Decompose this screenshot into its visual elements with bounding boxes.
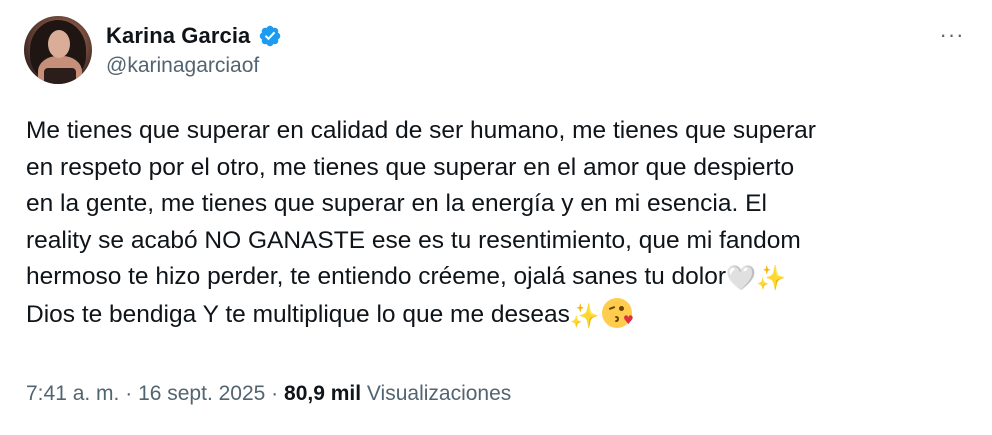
more-dots-icon: ··· (939, 22, 965, 47)
tweet-card: Karina Garcia @karinagarciaof ··· Me tie… (0, 0, 992, 435)
avatar[interactable] (24, 16, 92, 84)
tweet-line-5: hermoso te hizo perder, te entiendo crée… (26, 263, 727, 290)
sparkles-emoji-icon: ✨ (569, 301, 600, 330)
meta-separator: · (119, 382, 139, 405)
avatar-top (44, 68, 76, 84)
tweet-meta: 7:41 a. m. · 16 sept. 2025 · 80,9 mil Vi… (26, 382, 511, 406)
tweet-line-2: en respeto por el otro, me tienes que su… (26, 153, 795, 181)
sparkles-emoji-icon: ✨ (755, 264, 786, 292)
meta-separator: · (265, 382, 285, 405)
tweet-time[interactable]: 7:41 a. m. (26, 382, 119, 405)
verified-badge-icon[interactable] (258, 24, 282, 48)
avatar-face (48, 30, 70, 58)
more-options-button[interactable]: ··· (934, 20, 970, 50)
author-handle[interactable]: @karinagarciaof (106, 54, 259, 78)
tweet-line-1: Me tienes que superar en calidad de ser … (26, 117, 816, 144)
tweet-line-5-row: hermoso te hizo perder, te entiendo crée… (26, 259, 971, 297)
tweet-line-3: en la gente, me tienes que superar en la… (26, 190, 767, 217)
tweet-line-4: reality se acabó NO GANASTE ese es tu re… (26, 226, 801, 254)
tweet-text: Me tienes que superar en calidad de ser … (26, 113, 971, 334)
face-blowing-kiss-emoji-icon: ♥ (601, 297, 634, 328)
white-heart-emoji-icon: 🤍 (726, 264, 756, 292)
author-name-row: Karina Garcia (106, 20, 282, 52)
tweet-line-6: Dios te bendiga Y te multiplique lo que … (26, 300, 570, 328)
author-name[interactable]: Karina Garcia (106, 23, 250, 49)
tweet-date[interactable]: 16 sept. 2025 (138, 382, 265, 405)
views-label: Visualizaciones (366, 382, 512, 405)
views-count: 80,9 mil (284, 382, 362, 405)
tweet-line-6-row: Dios te bendiga Y te multiplique lo que … (26, 297, 971, 335)
